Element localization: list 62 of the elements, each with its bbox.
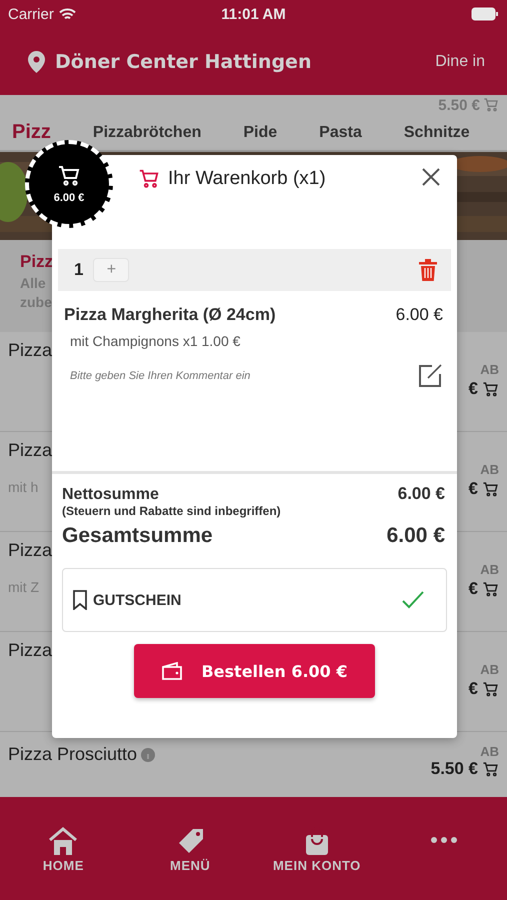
status-time: 11:01 AM [221,6,286,22]
product-name[interactable]: Pizza Prosciutto [8,744,138,765]
cart-icon [57,164,81,188]
increase-button[interactable]: + [93,258,130,282]
bookmark-icon [73,590,87,610]
nav-tab[interactable]: HOME [0,827,127,873]
cart-icon [482,480,499,498]
category-tab[interactable]: Schnitze [404,124,470,142]
product-name[interactable]: Pizza [8,640,52,661]
close-button[interactable] [421,167,441,187]
edit-icon[interactable] [418,363,443,388]
cart-icon [482,380,499,398]
nav-tab[interactable]: MENÜ [126,827,254,873]
cart-icon [482,680,499,698]
total-value: 6.00 € [386,524,445,548]
location-pin-icon [28,50,45,72]
product-name[interactable]: Pizza [8,440,52,461]
category-tab[interactable]: Pasta [319,124,362,142]
price-label: 5.50 € [438,96,480,114]
product-name[interactable]: Pizza [8,540,52,561]
more-icon [430,837,457,843]
restaurant-name[interactable]: Döner Center Hattingen [55,50,312,72]
product-description: mit Z [8,579,40,595]
cart-icon [482,580,499,598]
tax-note: (Steuern und Rabatte sind inbegriffen) [62,504,282,518]
item-name: Pizza Margherita (Ø 24cm) [64,305,276,325]
product-description: mit h [8,479,38,495]
price-prefix: AB [480,562,499,577]
quantity-value: 1 [74,260,84,280]
coupon-button[interactable]: GUTSCHEIN [62,568,447,632]
cart-icon [138,168,160,190]
cart-icon [482,760,499,778]
category-title: Pizz [20,252,54,272]
nav-tab[interactable]: MEIN KONTO [254,827,380,873]
item-extra: mit Champignons x1 1.00 € [69,332,242,349]
price-prefix: AB [480,662,499,677]
category-tab[interactable]: Pizzabrötchen [92,124,202,142]
net-value: 6.00 € [398,484,445,504]
wallet-icon [161,662,184,680]
price-prefix: AB [480,744,499,759]
wifi-icon [58,8,76,20]
price-prefix: AB [480,362,499,377]
dialog-title: Ihr Warenkorb (x1) [168,168,326,190]
net-label: Nettosumme [62,486,159,504]
product-price: € [468,579,478,599]
carrier-label: Carrier [8,6,54,22]
battery-icon [471,7,500,21]
order-button[interactable]: Bestellen 6.00 € [134,644,375,698]
product-price: € [468,479,478,499]
cart-icon [483,97,499,113]
price-prefix: AB [480,462,499,477]
category-tab[interactable]: Pide [243,124,278,142]
dine-in-label[interactable]: Dine in [435,52,485,70]
product-price: 5.50 € [430,759,478,779]
badge-total: 6.00 € [54,192,84,204]
item-price: 6.00 € [396,305,443,325]
home-icon [48,827,78,855]
total-label: Gesamtsumme [62,524,213,548]
trash-icon[interactable] [419,259,437,281]
product-price: € [468,379,478,399]
product-name[interactable]: Pizza [8,340,52,361]
product-price: € [468,679,478,699]
